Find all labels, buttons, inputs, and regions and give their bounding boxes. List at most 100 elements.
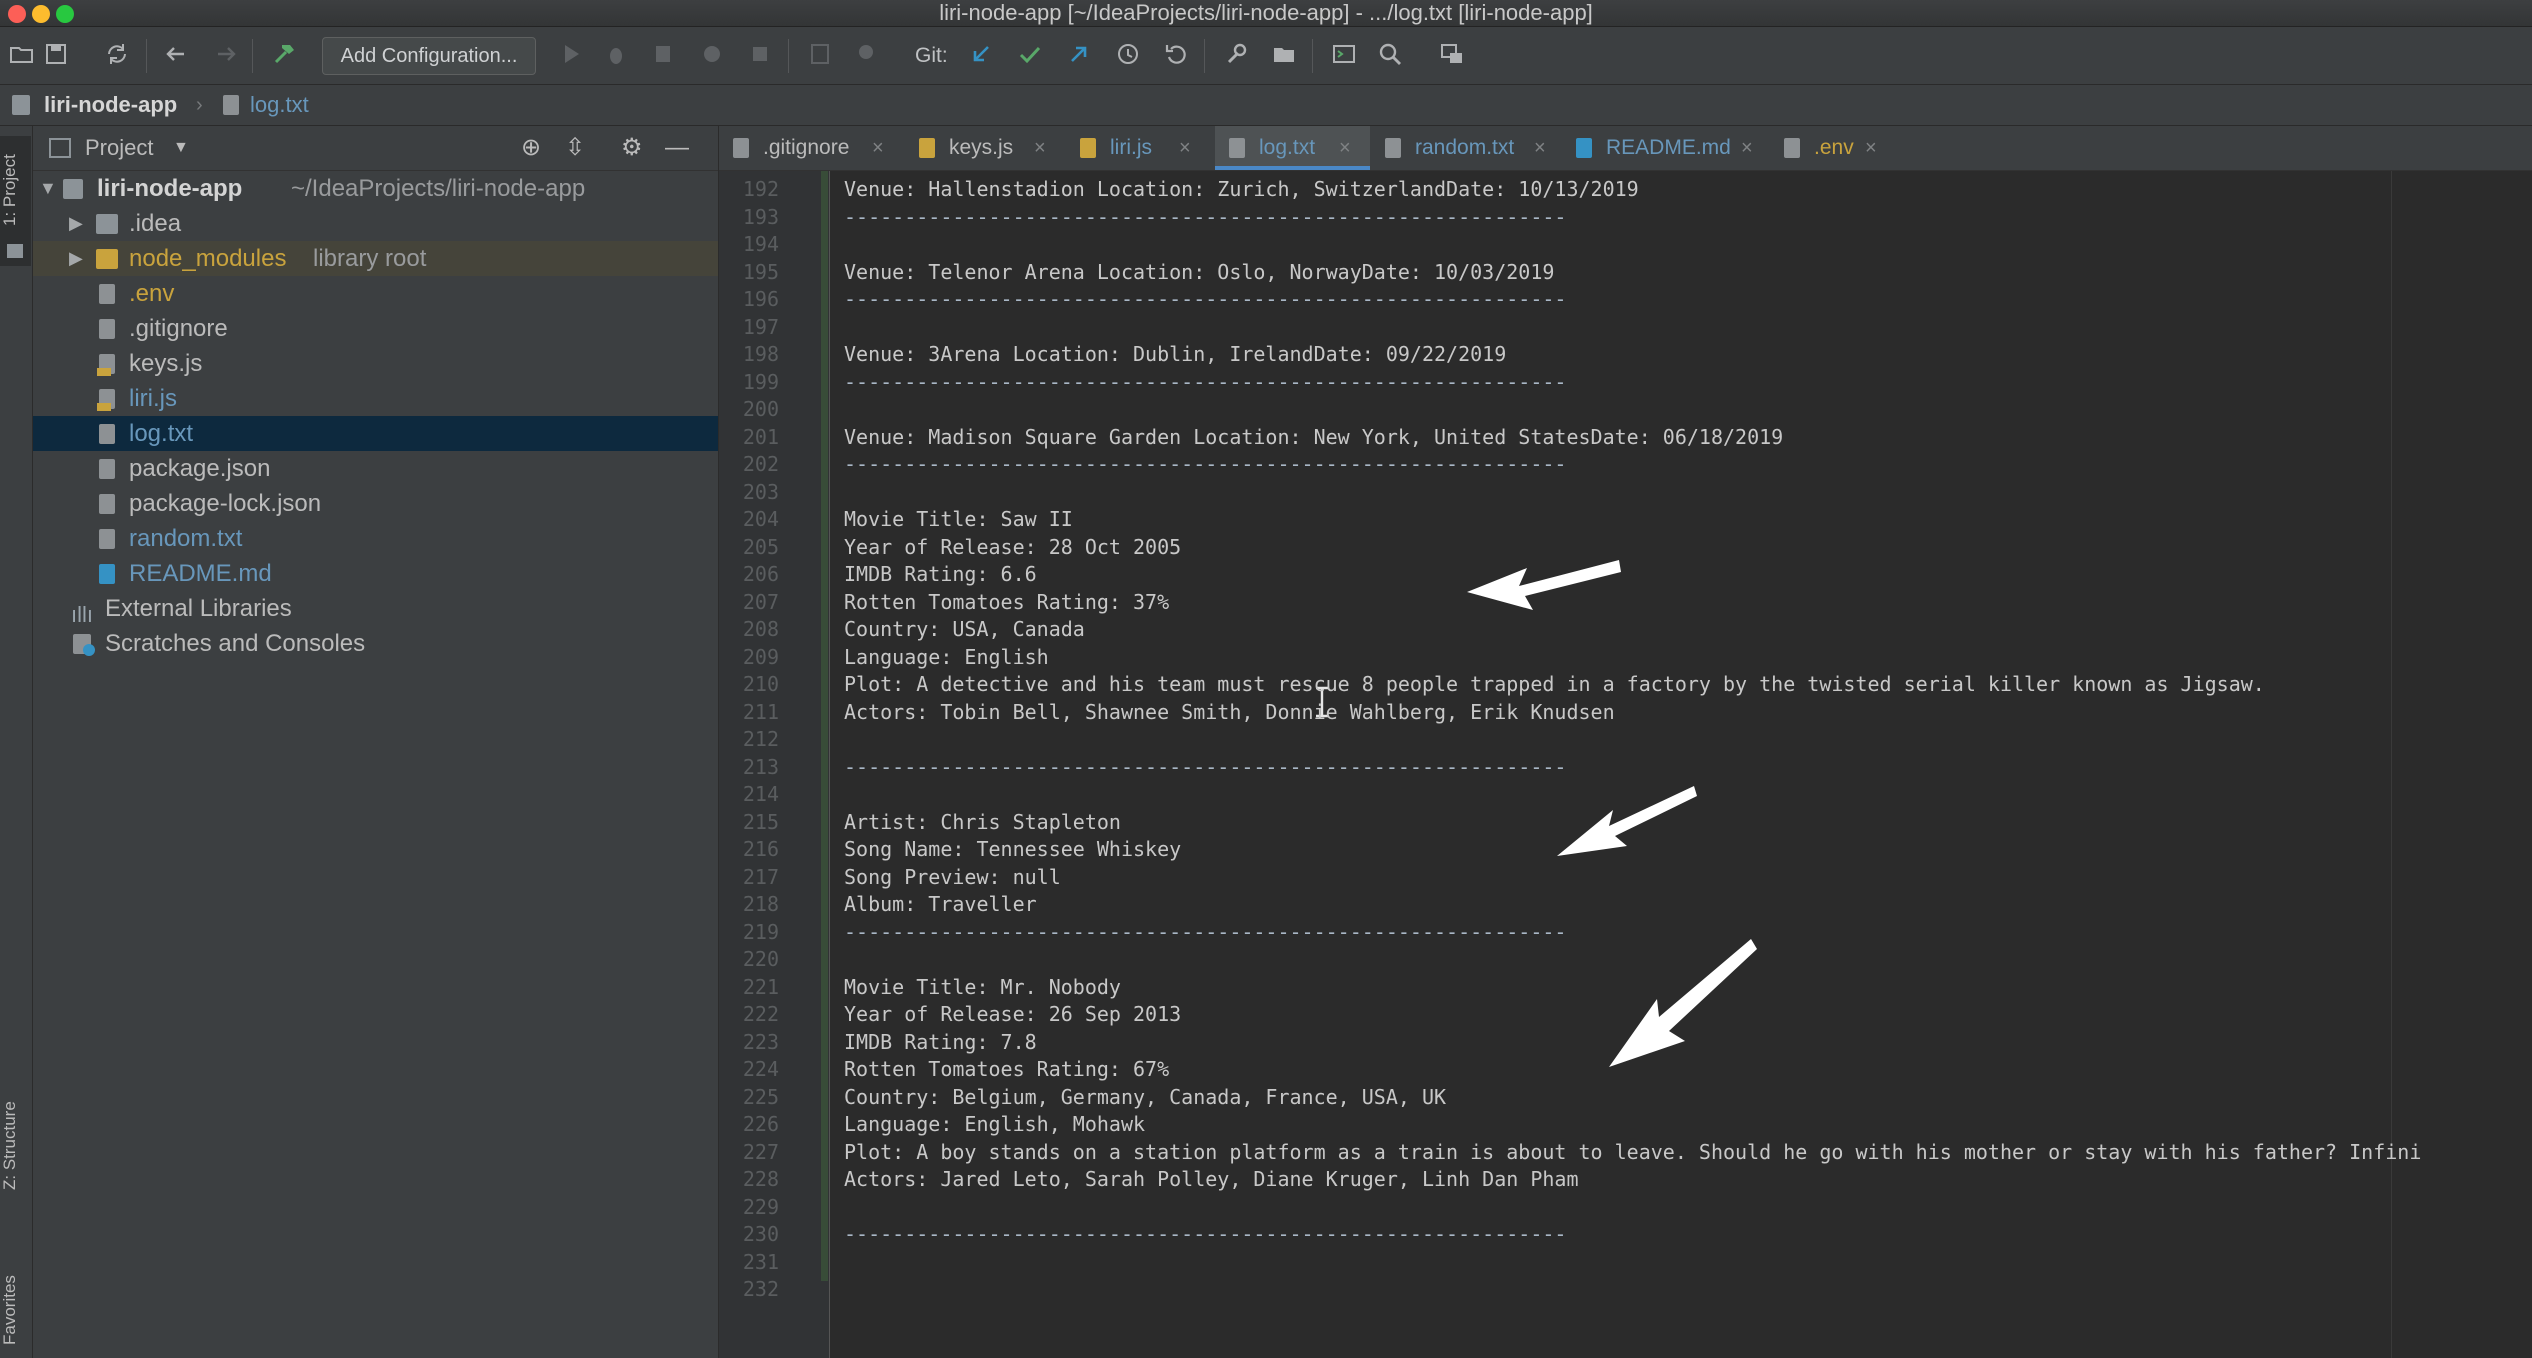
tab-readme-md[interactable]: README.md × — [1562, 126, 1769, 170]
code-line[interactable]: Movie Title: Mr. Nobody — [844, 974, 1121, 1002]
code-line[interactable]: IMDB Rating: 6.6 — [844, 561, 1037, 589]
run-manager-icon[interactable] — [852, 40, 884, 72]
code-line[interactable]: Venue: Madison Square Garden Location: N… — [844, 424, 1783, 452]
code-line[interactable]: ----------------------------------------… — [844, 919, 1566, 947]
presentation-icon[interactable] — [1436, 40, 1468, 72]
code-line[interactable]: Country: Belgium, Germany, Canada, Franc… — [844, 1084, 1446, 1112]
tree-root[interactable]: ▼ liri-node-app ~/IdeaProjects/liri-node… — [33, 171, 718, 206]
tree-item-external-libraries[interactable]: ıllı External Libraries — [33, 591, 718, 627]
terminal-icon[interactable] — [1328, 40, 1360, 72]
close-icon[interactable]: × — [1339, 126, 1351, 170]
code-line[interactable]: Actors: Jared Leto, Sarah Polley, Diane … — [844, 1166, 1579, 1194]
add-configuration-button[interactable]: Add Configuration... — [322, 37, 536, 75]
debug-icon[interactable] — [600, 40, 632, 72]
tree-item-readme-md[interactable]: README.md — [33, 556, 718, 591]
code-line[interactable]: IMDB Rating: 7.8 — [844, 1029, 1037, 1057]
code-line[interactable]: ----------------------------------------… — [844, 286, 1566, 314]
tab-gitignore[interactable]: .gitignore × — [719, 126, 904, 170]
tab-random-txt[interactable]: random.txt × — [1371, 126, 1561, 170]
search-icon[interactable] — [1374, 40, 1406, 72]
code-line[interactable]: ----------------------------------------… — [844, 754, 1566, 782]
tree-item-liri-js[interactable]: liri.js — [33, 381, 718, 416]
forward-arrow-icon[interactable] — [210, 40, 242, 72]
tree-item-log-txt[interactable]: log.txt — [33, 416, 718, 451]
back-arrow-icon[interactable] — [160, 40, 192, 72]
code-line[interactable]: Song Preview: null — [844, 864, 1061, 892]
history-icon[interactable] — [1112, 40, 1144, 72]
code-line[interactable]: Year of Release: 28 Oct 2005 — [844, 534, 1181, 562]
attach-icon[interactable] — [804, 40, 836, 72]
code-line[interactable]: Song Name: Tennessee Whiskey — [844, 836, 1181, 864]
favorites-tool-tab[interactable]: Favorites — [0, 1266, 32, 1354]
right-margin-guide — [2391, 171, 2392, 1358]
git-push-icon[interactable] — [1063, 40, 1095, 72]
collapsed-arrow-icon[interactable]: ▶ — [69, 206, 83, 241]
tab-log-txt[interactable]: log.txt × — [1215, 126, 1370, 170]
sync-icon[interactable] — [101, 40, 133, 72]
breadcrumb-project[interactable]: liri-node-app — [44, 85, 177, 125]
save-icon[interactable] — [40, 40, 72, 72]
tree-item-package-lock-json[interactable]: package-lock.json — [33, 486, 718, 521]
code-line[interactable]: Movie Title: Saw II — [844, 506, 1073, 534]
collapse-all-icon[interactable]: ⇳ — [565, 126, 585, 170]
tree-item-random-txt[interactable]: random.txt — [33, 521, 718, 556]
code-line[interactable]: Year of Release: 26 Sep 2013 — [844, 1001, 1181, 1029]
code-line[interactable]: Language: English, Mohawk — [844, 1111, 1145, 1139]
tree-item-node-modules[interactable]: ▶ node_modules library root — [33, 241, 718, 276]
git-commit-icon[interactable] — [1014, 40, 1046, 72]
close-icon[interactable]: × — [1534, 126, 1546, 170]
settings-wrench-icon[interactable] — [1220, 40, 1252, 72]
code-line[interactable]: ----------------------------------------… — [844, 1221, 1566, 1249]
project-view-selector[interactable]: Project — [85, 126, 153, 170]
code-line[interactable]: Country: USA, Canada — [844, 616, 1085, 644]
structure-tool-tab[interactable]: Z: Structure — [0, 1086, 32, 1206]
code-line[interactable]: Rotten Tomatoes Rating: 67% — [844, 1056, 1169, 1084]
code-line[interactable]: Language: English — [844, 644, 1049, 672]
close-icon[interactable]: × — [1741, 126, 1753, 170]
tree-item-env[interactable]: .env — [33, 276, 718, 311]
tree-item-label: README.md — [129, 560, 272, 587]
run-icon[interactable] — [555, 40, 587, 72]
code-line[interactable]: Venue: Telenor Arena Location: Oslo, Nor… — [844, 259, 1554, 287]
gear-icon[interactable]: ⚙ — [621, 126, 643, 170]
tab-liri-js[interactable]: liri.js × — [1066, 126, 1214, 170]
tab-env[interactable]: .env × — [1770, 126, 1900, 170]
code-line[interactable]: Plot: A detective and his team must resc… — [844, 671, 2265, 699]
tab-keys-js[interactable]: keys.js × — [905, 126, 1065, 170]
rollback-icon[interactable] — [1160, 40, 1192, 72]
hide-panel-icon[interactable]: — — [665, 126, 689, 170]
code-line[interactable]: Artist: Chris Stapleton — [844, 809, 1121, 837]
close-icon[interactable]: × — [1034, 126, 1046, 170]
collapsed-arrow-icon[interactable]: ▶ — [69, 241, 83, 276]
code-line[interactable]: Actors: Tobin Bell, Shawnee Smith, Donni… — [844, 699, 1615, 727]
code-line[interactable]: Album: Traveller — [844, 891, 1037, 919]
close-icon[interactable]: × — [872, 126, 884, 170]
profile-icon[interactable] — [696, 40, 728, 72]
close-icon[interactable]: × — [1865, 126, 1877, 170]
code-line[interactable]: Plot: A boy stands on a station platform… — [844, 1139, 2421, 1167]
coverage-icon[interactable] — [648, 40, 680, 72]
code-line[interactable]: ----------------------------------------… — [844, 369, 1566, 397]
close-icon[interactable]: × — [1179, 126, 1191, 170]
expanded-arrow-icon[interactable]: ▼ — [39, 171, 57, 206]
code-line[interactable]: Venue: Hallenstadion Location: Zurich, S… — [844, 176, 1639, 204]
code-line[interactable]: Rotten Tomatoes Rating: 37% — [844, 589, 1169, 617]
code-line[interactable]: Venue: 3Arena Location: Dublin, IrelandD… — [844, 341, 1506, 369]
project-structure-icon[interactable] — [1268, 40, 1300, 72]
stop-icon[interactable] — [744, 40, 776, 72]
git-update-icon[interactable] — [965, 40, 997, 72]
tree-item-keys-js[interactable]: keys.js — [33, 346, 718, 381]
open-folder-icon[interactable] — [6, 40, 38, 72]
project-tool-tab[interactable]: 1: Project — [0, 140, 32, 240]
chevron-down-icon[interactable]: ▼ — [173, 126, 189, 170]
tree-item-package-json[interactable]: package.json — [33, 451, 718, 486]
breadcrumb-file[interactable]: log.txt — [250, 85, 309, 125]
locate-target-icon[interactable]: ⊕ — [521, 126, 541, 170]
build-hammer-icon[interactable] — [268, 40, 300, 72]
tree-item-idea[interactable]: ▶ .idea — [33, 206, 718, 241]
code-line[interactable]: ----------------------------------------… — [844, 204, 1566, 232]
tree-item-gitignore[interactable]: .gitignore — [33, 311, 718, 346]
library-root-note: library root — [313, 245, 427, 272]
tree-item-scratches[interactable]: Scratches and Consoles — [33, 626, 718, 661]
code-line[interactable]: ----------------------------------------… — [844, 451, 1566, 479]
